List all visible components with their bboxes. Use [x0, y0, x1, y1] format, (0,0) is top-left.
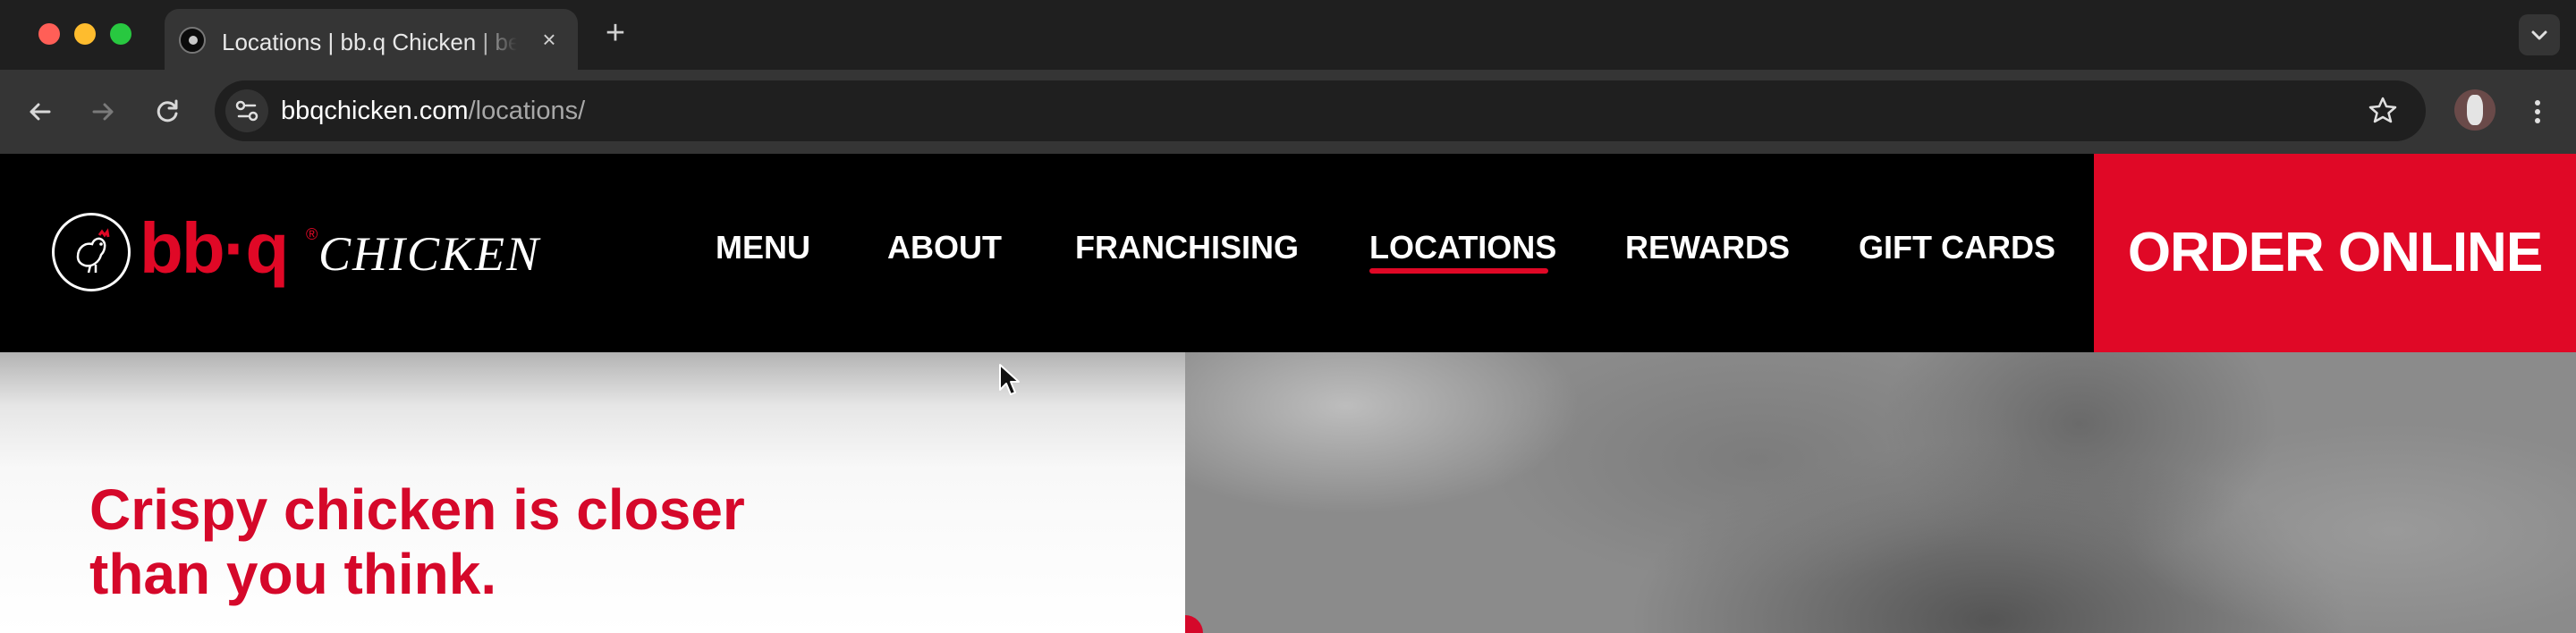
bookmark-button[interactable]: [2365, 93, 2401, 129]
nav-franchising[interactable]: FRANCHISING: [1075, 229, 1299, 266]
tab-list-button[interactable]: [2519, 14, 2560, 55]
order-online-button[interactable]: ORDER ONLINE: [2094, 154, 2576, 352]
site-header: bb·q ® CHICKEN MENU ABOUT FRANCHISING LO…: [0, 154, 2576, 352]
logo-chicken-text[interactable]: CHICKEN: [318, 225, 540, 283]
logo-bbq-text[interactable]: bb·q: [140, 213, 289, 284]
new-tab-button[interactable]: +: [597, 16, 633, 52]
browser-toolbar: bbqchicken.com/locations/: [0, 70, 2576, 154]
tab-title: Locations | bb.q Chicken | best Korean f…: [222, 29, 517, 55]
active-tab[interactable]: Locations | bb.q Chicken | best Korean f…: [165, 9, 578, 70]
logo-chicken-emblem-icon[interactable]: [52, 213, 131, 291]
forward-button[interactable]: [82, 91, 123, 132]
site-favicon-icon: [179, 27, 206, 54]
bookmark-star-icon: [2368, 97, 2397, 123]
reload-icon: [157, 99, 178, 122]
mouse-cursor-icon: [999, 364, 1020, 395]
more-menu-icon: [2535, 100, 2540, 123]
forward-icon: [92, 103, 114, 121]
window-close-button[interactable]: [38, 23, 60, 45]
chicken-icon: [76, 228, 110, 274]
tab-close-icon[interactable]: ×: [533, 23, 565, 55]
back-button[interactable]: [20, 91, 61, 132]
chevron-down-icon: [2531, 30, 2547, 40]
browser-tab-strip: Locations | bb.q Chicken | best Korean f…: [0, 0, 2576, 70]
hero-image: [1185, 352, 2576, 633]
reload-button[interactable]: [147, 91, 188, 132]
url-domain: bbqchicken.com: [281, 97, 469, 125]
hero-heading: Crispy chicken is closer than you think.: [89, 477, 894, 606]
url-text[interactable]: bbqchicken.com/locations/: [281, 97, 585, 126]
nav-gift-cards[interactable]: GIFT CARDS: [1859, 229, 2055, 266]
site-info-icon: [235, 100, 258, 122]
url-path: /locations/: [468, 97, 586, 125]
site-info-button[interactable]: [225, 89, 268, 132]
address-bar[interactable]: bbqchicken.com/locations/: [215, 80, 2426, 141]
more-menu-button[interactable]: [2524, 91, 2551, 132]
registered-mark: ®: [306, 225, 318, 243]
nav-about[interactable]: ABOUT: [887, 229, 1002, 266]
back-icon: [30, 103, 51, 121]
window-maximize-button[interactable]: [110, 23, 131, 45]
nav-locations[interactable]: LOCATIONS: [1369, 229, 1556, 266]
profile-avatar[interactable]: [2454, 89, 2496, 131]
window-minimize-button[interactable]: [74, 23, 96, 45]
nav-menu[interactable]: MENU: [716, 229, 810, 266]
order-online-label: ORDER ONLINE: [2127, 222, 2543, 283]
hero-heading-line-2: than you think.: [89, 542, 497, 606]
hero-heading-line-1: Crispy chicken is closer: [89, 477, 745, 542]
nav-rewards[interactable]: REWARDS: [1625, 229, 1790, 266]
active-nav-underline: [1369, 268, 1548, 274]
